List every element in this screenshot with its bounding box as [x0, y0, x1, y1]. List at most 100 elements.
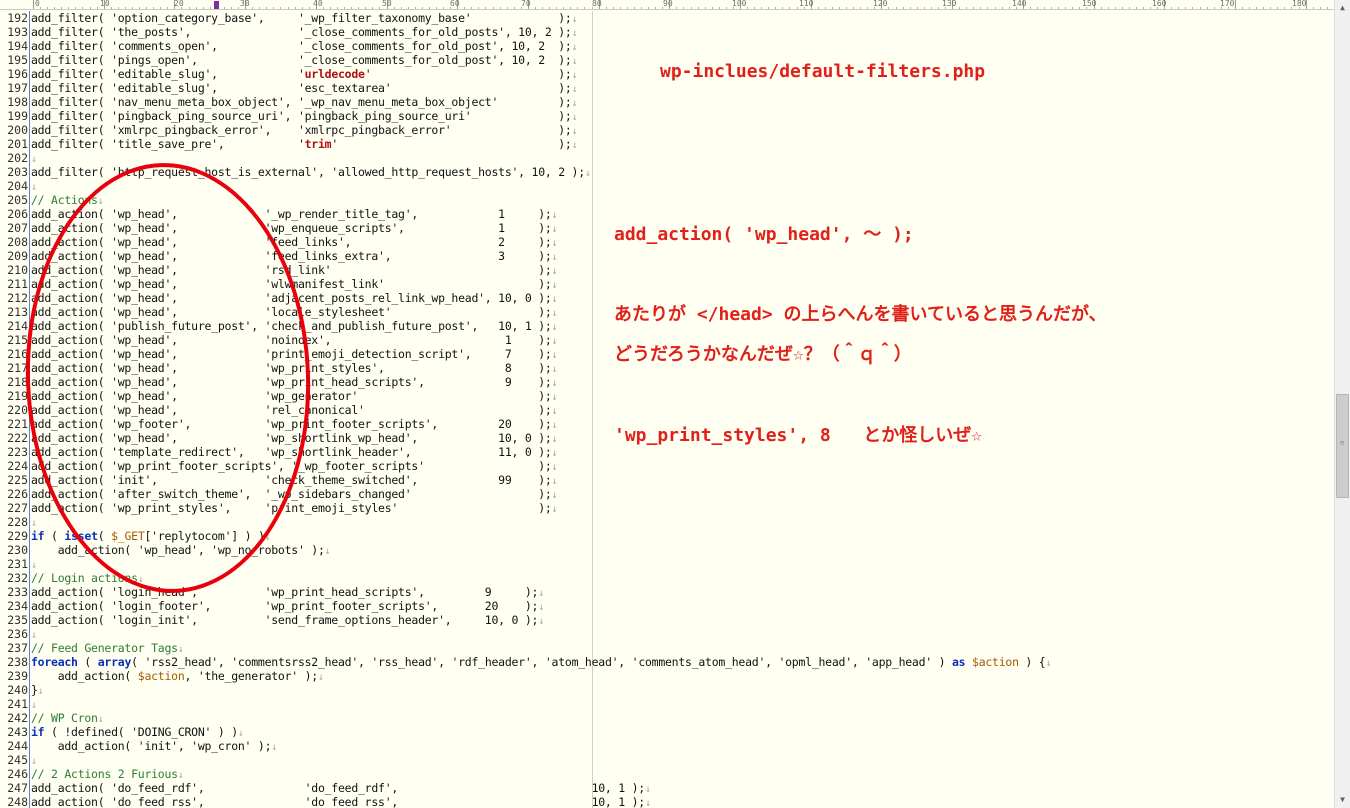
code-line[interactable]: ↓	[31, 627, 37, 641]
code-line[interactable]: ↓	[31, 753, 37, 767]
scroll-grip-icon: ≡	[1340, 439, 1345, 447]
code-line[interactable]: add_filter( 'http_request_host_is_extern…	[31, 165, 591, 179]
ruler-tick	[379, 7, 381, 9]
code-line[interactable]: add_action( 'wp_head', 'rsd_link' );↓	[31, 263, 558, 277]
code-line[interactable]: add_action( 'wp_head', 'wp_shortlink_wp_…	[31, 431, 558, 445]
code-line[interactable]: // WP Cron↓	[31, 711, 104, 725]
code-line[interactable]: add_action( 'do_feed_rdf', 'do_feed_rdf'…	[31, 781, 651, 795]
ruler-tick	[435, 7, 437, 9]
code-line[interactable]: // Feed Generator Tags↓	[31, 641, 184, 655]
scroll-up-icon[interactable]: ▲	[1335, 0, 1350, 16]
code-token: (	[77, 655, 98, 669]
code-line[interactable]: // Login actions↓	[31, 571, 144, 585]
code-line[interactable]: add_action( 'login_footer', 'wp_print_fo…	[31, 599, 544, 613]
code-line[interactable]: add_action( 'wp_head', 'wp_generator' );…	[31, 389, 558, 403]
code-line[interactable]: add_action( 'wp_head', 'wp_enqueue_scrip…	[31, 221, 558, 235]
code-line[interactable]: add_filter( 'nav_menu_meta_box_object', …	[31, 95, 578, 109]
code-token: add_action( 'wp_head', 'wp_generator' );	[31, 389, 552, 403]
code-line[interactable]: add_action( 'login_head', 'wp_print_head…	[31, 585, 544, 599]
code-line[interactable]: add_filter( 'option_category_base', '_wp…	[31, 11, 578, 25]
line-end-icon: ↓	[31, 756, 37, 767]
ruler-tick	[966, 7, 968, 9]
code-line[interactable]: add_action( 'do_feed_rss', 'do_feed_rss'…	[31, 795, 651, 808]
line-number: 241	[7, 697, 28, 711]
code-line[interactable]: add_filter( 'pings_open', '_close_commen…	[31, 53, 578, 67]
code-line[interactable]: if ( isset( $_GET['replytocom'] ) )↓	[31, 529, 271, 543]
ruler-tick	[655, 7, 657, 9]
code-line[interactable]: add_action( 'wp_print_footer_scripts', '…	[31, 459, 558, 473]
code-line[interactable]: add_action( 'init', 'check_theme_switche…	[31, 473, 558, 487]
code-editor-area[interactable]: add_filter( 'option_category_base', '_wp…	[31, 11, 1334, 808]
code-token: add_filter( 'comments_open', '_close_com…	[31, 39, 572, 53]
ruler-tick	[1072, 7, 1074, 9]
code-line[interactable]: add_filter( 'comments_open', '_close_com…	[31, 39, 578, 53]
code-line[interactable]: ↓	[31, 697, 37, 711]
code-line[interactable]: add_action( 'wp_head', 'wp_no_robots' );…	[31, 543, 331, 557]
line-number: 214	[7, 319, 28, 333]
line-end-icon: ↓	[551, 406, 558, 417]
line-number: 223	[7, 445, 28, 459]
code-line[interactable]: add_filter( 'editable_slug', 'esc_textar…	[31, 81, 578, 95]
code-line[interactable]: add_action( $action, 'the_generator' );↓	[31, 669, 324, 683]
ruler-tick	[393, 7, 395, 9]
code-line[interactable]: // Actions↓	[31, 193, 104, 207]
ruler-tick	[895, 7, 897, 9]
code-line[interactable]: ↓	[31, 557, 37, 571]
ruler-tick	[584, 7, 586, 9]
ruler-tick	[860, 7, 862, 9]
code-line[interactable]: add_action( 'wp_head', '_wp_render_title…	[31, 207, 558, 221]
line-number: 197	[7, 81, 28, 95]
ruler-tick	[485, 7, 487, 9]
line-end-icon: ↓	[644, 798, 651, 808]
ruler-tick	[725, 7, 727, 9]
code-line[interactable]: add_filter( 'xmlrpc_pingback_error', 'xm…	[31, 123, 578, 137]
code-line[interactable]: add_filter( 'editable_slug', 'urldecode'…	[31, 67, 578, 81]
code-line[interactable]: add_action( 'wp_head', 'feed_links_extra…	[31, 249, 558, 263]
code-line[interactable]: add_action( 'wp_head', 'locale_styleshee…	[31, 305, 558, 319]
code-line[interactable]: add_filter( 'the_posts', '_close_comment…	[31, 25, 578, 39]
code-line[interactable]: ↓	[31, 515, 37, 529]
ruler-tick	[301, 7, 303, 9]
code-line[interactable]: add_filter( 'pingback_ping_source_uri', …	[31, 109, 578, 123]
vertical-scrollbar[interactable]: ▲ ≡ ▼	[1334, 0, 1350, 808]
code-line[interactable]: }↓	[31, 683, 44, 697]
code-line[interactable]: if ( !defined( 'DOING_CRON' ) )↓	[31, 725, 244, 739]
code-line[interactable]: add_action( 'wp_head', 'noindex', 1 );↓	[31, 333, 558, 347]
code-line[interactable]: add_action( 'login_init', 'send_frame_op…	[31, 613, 544, 627]
ruler-tick	[987, 7, 989, 9]
line-number: 231	[7, 557, 28, 571]
code-line[interactable]: add_filter( 'title_save_pre', 'trim' );↓	[31, 137, 578, 151]
code-token: add_action( 'wp_head', 'wlwmanifest_link…	[31, 277, 552, 291]
code-line[interactable]: add_action( 'after_switch_theme', '_wp_s…	[31, 487, 558, 501]
code-line[interactable]: add_action( 'publish_future_post', 'chec…	[31, 319, 558, 333]
code-line[interactable]: foreach ( array( 'rss2_head', 'commentsr…	[31, 655, 1051, 669]
code-line[interactable]: add_action( 'wp_head', 'rel_canonical' )…	[31, 403, 558, 417]
code-line[interactable]: add_action( 'wp_head', 'print_emoji_dete…	[31, 347, 558, 361]
code-line[interactable]: add_action( 'wp_head', 'adjacent_posts_r…	[31, 291, 558, 305]
code-line[interactable]: add_action( 'wp_head', 'wlwmanifest_link…	[31, 277, 558, 291]
code-line[interactable]: add_action( 'template_redirect', 'wp_sho…	[31, 445, 558, 459]
ruler-tick	[238, 7, 240, 9]
code-line[interactable]: add_action( 'wp_print_styles', 'print_em…	[31, 501, 558, 515]
code-line[interactable]: add_action( 'wp_head', 'feed_links', 2 )…	[31, 235, 558, 249]
code-line[interactable]: ↓	[31, 179, 37, 193]
code-line[interactable]: // 2 Actions 2 Furious↓	[31, 767, 184, 781]
ruler-tick	[188, 7, 190, 9]
code-line[interactable]: add_action( 'wp_head', 'wp_print_styles'…	[31, 361, 558, 375]
line-number: 233	[7, 585, 28, 599]
code-line[interactable]: ↓	[31, 151, 37, 165]
scroll-down-icon[interactable]: ▼	[1335, 792, 1350, 808]
code-line[interactable]: add_action( 'wp_footer', 'wp_print_foote…	[31, 417, 558, 431]
ruler-column-number: 110	[799, 0, 814, 8]
code-line[interactable]: add_action( 'init', 'wp_cron' );↓	[31, 739, 278, 753]
code-token: , 'the_generator' );	[184, 669, 319, 683]
ruler-tick	[690, 7, 692, 9]
ruler-tick	[923, 7, 925, 9]
code-token: add_action( 'wp_head', 'wp_enqueue_scrip…	[31, 221, 552, 235]
code-line[interactable]: add_action( 'wp_head', 'wp_print_head_sc…	[31, 375, 558, 389]
line-end-icon: ↓	[551, 378, 558, 389]
line-end-icon: ↓	[571, 70, 578, 81]
ruler-column-number: 170	[1220, 0, 1235, 8]
code-comment: // Login actions	[31, 571, 138, 585]
scrollbar-thumb[interactable]: ≡	[1336, 394, 1349, 498]
